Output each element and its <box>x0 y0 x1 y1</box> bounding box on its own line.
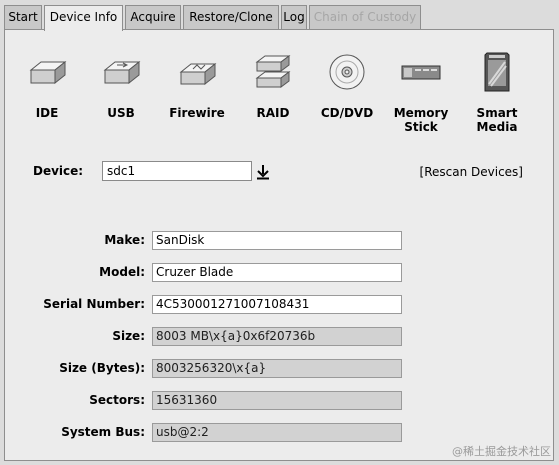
system-bus-label: System Bus: <box>61 425 145 439</box>
device-select[interactable]: sdc1 <box>102 161 252 181</box>
model-label: Model: <box>99 265 145 279</box>
watermark: @稀土掘金技术社区 <box>452 445 551 458</box>
device-dropdown-button[interactable] <box>253 161 273 182</box>
size-bytes-label: Size (Bytes): <box>59 361 145 375</box>
sectors-field: 15631360 <box>152 391 402 410</box>
device-type-ide[interactable]: IDE <box>7 50 87 120</box>
device-type-label: IDE <box>35 106 59 120</box>
device-label: Device: <box>33 164 84 178</box>
serial-number-label: Serial Number: <box>43 297 145 311</box>
sectors-label: Sectors: <box>89 393 145 407</box>
device-info-panel: IDE USB Firewire RAID CD/DVD Memory Stic… <box>4 29 554 461</box>
firewire-drive-icon <box>179 62 217 86</box>
device-type-usb[interactable]: USB <box>81 50 161 120</box>
device-type-raid[interactable]: RAID <box>233 50 313 120</box>
device-type-firewire[interactable]: Firewire <box>157 50 237 120</box>
serial-number-field[interactable]: 4C530001271007108431 <box>152 295 402 314</box>
size-label: Size: <box>112 329 145 343</box>
tab-start[interactable]: Start <box>4 5 42 29</box>
tab-restore-clone[interactable]: Restore/Clone <box>183 5 279 29</box>
memory-stick-icon <box>401 65 441 80</box>
device-type-cd-dvd[interactable]: CD/DVD <box>307 50 387 120</box>
system-bus-field: usb@2:2 <box>152 423 402 442</box>
raid-drive-icon <box>255 55 291 88</box>
ide-drive-icon <box>29 60 67 85</box>
tab-log[interactable]: Log <box>281 5 307 29</box>
size-bytes-field: 8003256320\x{a} <box>152 359 402 378</box>
device-type-smart-media[interactable]: Smart Media <box>457 50 537 134</box>
device-type-label: Memory Stick <box>393 106 449 134</box>
tab-device-info[interactable]: Device Info <box>44 5 123 31</box>
size-field: 8003 MB\x{a}0x6f20736b <box>152 327 402 346</box>
tab-acquire[interactable]: Acquire <box>125 5 181 29</box>
device-type-label: Firewire <box>169 106 225 120</box>
device-type-memory-stick[interactable]: Memory Stick <box>381 50 461 134</box>
smart-media-icon <box>484 52 510 92</box>
usb-drive-icon <box>103 60 141 85</box>
device-type-label: CD/DVD <box>320 106 374 120</box>
rescan-devices-link[interactable]: [Rescan Devices] <box>420 165 523 179</box>
device-type-label: Smart Media <box>476 106 518 134</box>
cd-dvd-icon <box>329 54 365 90</box>
make-label: Make: <box>104 233 145 247</box>
device-type-label: RAID <box>256 106 290 120</box>
make-field[interactable]: SanDisk <box>152 231 402 250</box>
tab-chain-of-custody: Chain of Custody <box>309 5 421 29</box>
model-field[interactable]: Cruzer Blade <box>152 263 402 282</box>
download-arrow-icon <box>257 164 269 179</box>
device-type-label: USB <box>107 106 135 120</box>
app-window: { "tabs": [ {"label":"Start","state":"no… <box>0 0 559 465</box>
